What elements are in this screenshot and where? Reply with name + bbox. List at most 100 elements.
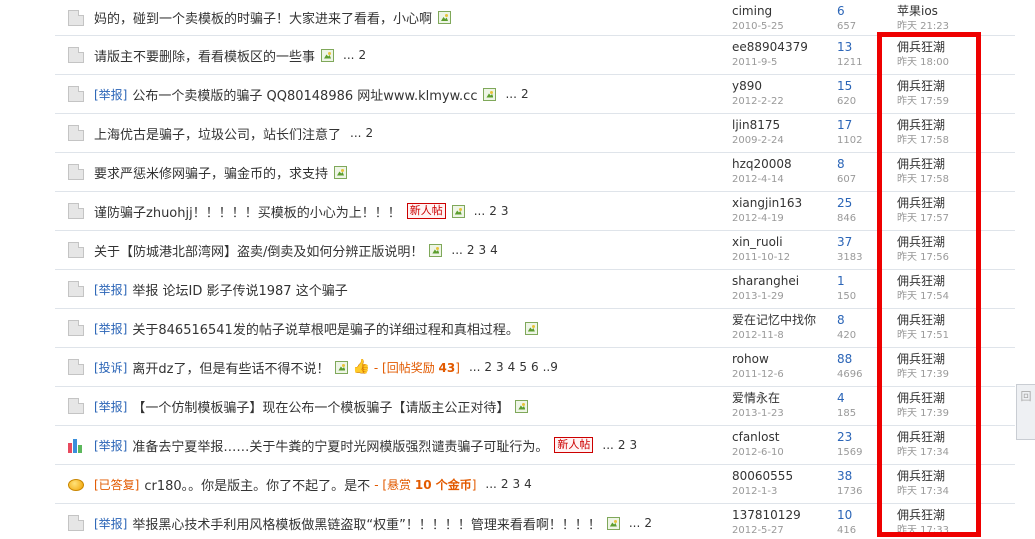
author-link[interactable]: sharanghei [732, 274, 832, 289]
last-post-time[interactable]: 昨天 17:54 [897, 289, 977, 304]
page-link[interactable]: 6 [531, 360, 539, 374]
last-post-time[interactable]: 昨天 17:34 [897, 445, 977, 460]
thread-icon[interactable] [68, 515, 84, 531]
last-post-time[interactable]: 昨天 17:57 [897, 211, 977, 226]
thread-type-tag[interactable]: [已答复] [94, 476, 139, 493]
page-link[interactable]: 2 [489, 204, 497, 218]
last-post-time[interactable]: 昨天 17:34 [897, 484, 977, 499]
author-link[interactable]: 80060555 [732, 469, 832, 484]
reply-count[interactable]: 23 [837, 430, 887, 445]
thread-title-link[interactable]: 【一个仿制模板骗子】现在公布一个模板骗子【请版主公正对待】 [132, 397, 509, 416]
page-link[interactable]: 3 [501, 204, 509, 218]
last-poster-link[interactable]: 佣兵狂潮 [897, 235, 977, 250]
author-link[interactable]: rohow [732, 352, 832, 367]
thread-type-tag[interactable]: [举报] [94, 281, 127, 298]
thread-title-link[interactable]: 举报黑心技术手利用风格模板做黑链盗取“权重”！！！！！管理来看看啊！！！！ [132, 514, 600, 533]
author-link[interactable]: xin_ruoli [732, 235, 832, 250]
thread-icon[interactable] [68, 164, 84, 180]
last-poster-link[interactable]: 佣兵狂潮 [897, 313, 977, 328]
author-link[interactable]: y890 [732, 79, 832, 94]
thread-type-tag[interactable]: [举报] [94, 320, 127, 337]
thread-type-tag[interactable]: [举报] [94, 398, 127, 415]
thread-title-link[interactable]: 谨防骗子zhuohjj！！！！！买模板的小心为上！！！ [94, 202, 401, 221]
last-poster-link[interactable]: 佣兵狂潮 [897, 469, 977, 484]
author-link[interactable]: hzq20008 [732, 157, 832, 172]
last-post-time[interactable]: 昨天 17:59 [897, 94, 977, 109]
last-poster-link[interactable]: 佣兵狂潮 [897, 157, 977, 172]
reply-count[interactable]: 6 [837, 4, 887, 19]
author-link[interactable]: cfanlost [732, 430, 832, 445]
thread-type-tag[interactable]: [投诉] [94, 359, 127, 376]
thread-icon[interactable] [68, 86, 84, 102]
thread-title-link[interactable]: 离开dz了，但是有些话不得不说！ [132, 358, 329, 377]
reply-count[interactable]: 38 [837, 469, 887, 484]
thread-type-tag[interactable]: [举报] [94, 437, 127, 454]
last-post-time[interactable]: 昨天 17:39 [897, 367, 977, 382]
thread-title-link[interactable]: 关于846516541发的帖子说草根吧是骗子的详细过程和真相过程。 [132, 319, 518, 338]
last-poster-link[interactable]: 苹果ios [897, 4, 977, 19]
page-link[interactable]: 5 [519, 360, 527, 374]
last-post-time[interactable]: 昨天 17:39 [897, 406, 977, 421]
thread-icon[interactable] [68, 47, 84, 63]
thread-title-link[interactable]: 要求严惩米修网骗子，骗金币的，求支持 [94, 163, 328, 182]
reply-count[interactable]: 13 [837, 40, 887, 55]
thread-title-link[interactable]: 关于【防城港北部湾网】盗卖/倒卖及如何分辨正版说明！ [94, 241, 423, 260]
thread-title-link[interactable]: 准备去宁夏举报……关于牛粪的宁夏时光网模版强烈谴责骗子可耻行为。 [132, 436, 548, 455]
author-link[interactable]: 爱在记忆中找你 [732, 313, 832, 328]
page-link[interactable]: 3 [478, 243, 486, 257]
thread-icon[interactable] [68, 281, 84, 297]
thread-type-tag[interactable]: [举报] [94, 86, 127, 103]
thread-icon[interactable] [68, 398, 84, 414]
author-link[interactable]: ciming [732, 4, 832, 19]
page-link[interactable]: 2 [467, 243, 475, 257]
last-poster-link[interactable]: 佣兵狂潮 [897, 196, 977, 211]
thread-icon[interactable] [68, 242, 84, 258]
page-link[interactable]: 2 [358, 48, 366, 62]
page-link[interactable]: 2 [484, 360, 492, 374]
poll-icon[interactable] [68, 437, 84, 453]
reply-count[interactable]: 15 [837, 79, 887, 94]
last-poster-link[interactable]: 佣兵狂潮 [897, 508, 977, 523]
reply-count[interactable]: 37 [837, 235, 887, 250]
page-link[interactable]: 3 [513, 477, 521, 491]
reply-count[interactable]: 25 [837, 196, 887, 211]
page-link[interactable]: 4 [490, 243, 498, 257]
thread-icon[interactable] [68, 9, 84, 26]
last-poster-link[interactable]: 佣兵狂潮 [897, 391, 977, 406]
thread-icon[interactable] [68, 359, 84, 375]
side-scroll-tab[interactable]: 回 [1016, 384, 1035, 440]
last-post-time[interactable]: 昨天 17:58 [897, 133, 977, 148]
reply-count[interactable]: 88 [837, 352, 887, 367]
last-post-time[interactable]: 昨天 17:51 [897, 328, 977, 343]
last-post-time[interactable]: 昨天 18:00 [897, 55, 977, 70]
thread-title-link[interactable]: 公布一个卖模版的骗子 QQ80148986 网址www.klmyw.cc [132, 85, 477, 104]
thread-type-tag[interactable]: [举报] [94, 515, 127, 532]
page-link[interactable]: 2 [521, 87, 529, 101]
thread-icon[interactable] [68, 125, 84, 141]
reply-count[interactable]: 8 [837, 313, 887, 328]
thread-title-link[interactable]: 妈的，碰到一个卖模板的时骗子！大家进来了看看，小心啊 [94, 8, 432, 27]
last-poster-link[interactable]: 佣兵狂潮 [897, 274, 977, 289]
reply-count[interactable]: 17 [837, 118, 887, 133]
page-link[interactable]: ..9 [543, 360, 558, 374]
page-link[interactable]: 2 [501, 477, 509, 491]
page-link[interactable]: 3 [496, 360, 504, 374]
thread-title-link[interactable]: 上海优古是骗子，垃圾公司，站长们注意了 [94, 124, 341, 143]
author-link[interactable]: xiangjin163 [732, 196, 832, 211]
author-link[interactable]: ljin8175 [732, 118, 832, 133]
page-link[interactable]: 2 [644, 516, 652, 530]
last-post-time[interactable]: 昨天 17:56 [897, 250, 977, 265]
author-link[interactable]: 爱情永在 [732, 391, 832, 406]
last-poster-link[interactable]: 佣兵狂潮 [897, 118, 977, 133]
last-post-time[interactable]: 昨天 17:33 [897, 523, 977, 538]
page-link[interactable]: 2 [365, 126, 373, 140]
reply-count[interactable]: 10 [837, 508, 887, 523]
last-poster-link[interactable]: 佣兵狂潮 [897, 40, 977, 55]
page-link[interactable]: 4 [524, 477, 532, 491]
last-post-time[interactable]: 昨天 21:23 [897, 19, 977, 34]
thread-title-link[interactable]: cr180。。你是版主。你了不起了。是不 [144, 475, 370, 494]
thread-icon[interactable] [68, 203, 84, 219]
page-link[interactable]: 4 [508, 360, 516, 374]
thread-title-link[interactable]: 请版主不要删除，看看模板区的一些事 [94, 46, 315, 65]
reward-icon[interactable] [68, 479, 84, 491]
